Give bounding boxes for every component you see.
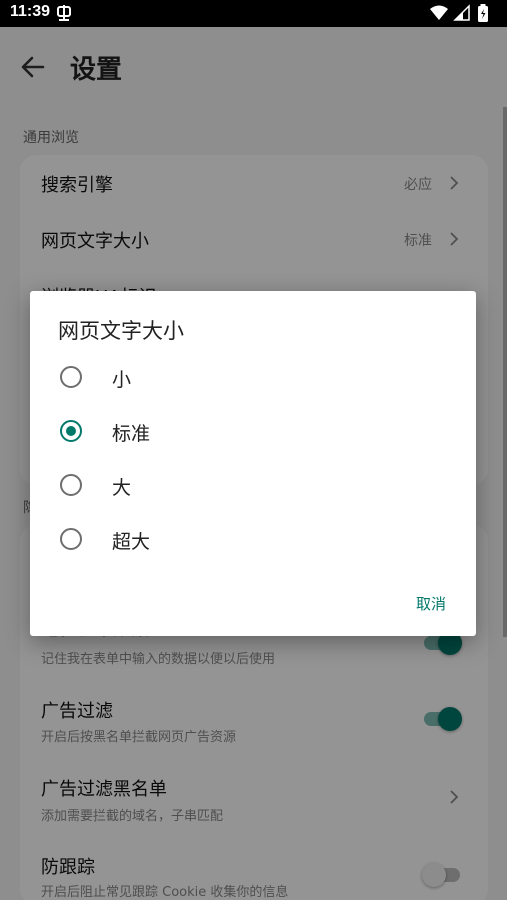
- option-label: 大: [112, 477, 132, 499]
- status-bar: 11:39: [0, 0, 507, 27]
- scrollbar[interactable]: [503, 107, 507, 637]
- option-label: 小: [112, 369, 132, 391]
- option-label: 标准: [112, 423, 151, 445]
- radio-button[interactable]: [60, 474, 82, 496]
- cancel-button[interactable]: 取消: [408, 589, 454, 618]
- dialog-title: 网页文字大小: [58, 319, 184, 343]
- option-standard[interactable]: 标准: [30, 405, 476, 459]
- option-small[interactable]: 小: [30, 351, 476, 405]
- battery-icon: [478, 4, 488, 22]
- text-size-dialog: 网页文字大小 小 标准 大 超大 取消: [30, 291, 476, 636]
- radio-button[interactable]: [60, 366, 82, 388]
- radio-button-checked[interactable]: [60, 420, 82, 442]
- status-time: 11:39: [10, 3, 51, 20]
- option-label: 超大: [112, 531, 151, 553]
- notification-icon: [57, 5, 71, 21]
- radio-button[interactable]: [60, 528, 82, 550]
- signal-icon: [453, 4, 470, 21]
- option-extra-large[interactable]: 超大: [30, 513, 476, 567]
- option-large[interactable]: 大: [30, 459, 476, 513]
- wifi-icon: [430, 5, 448, 20]
